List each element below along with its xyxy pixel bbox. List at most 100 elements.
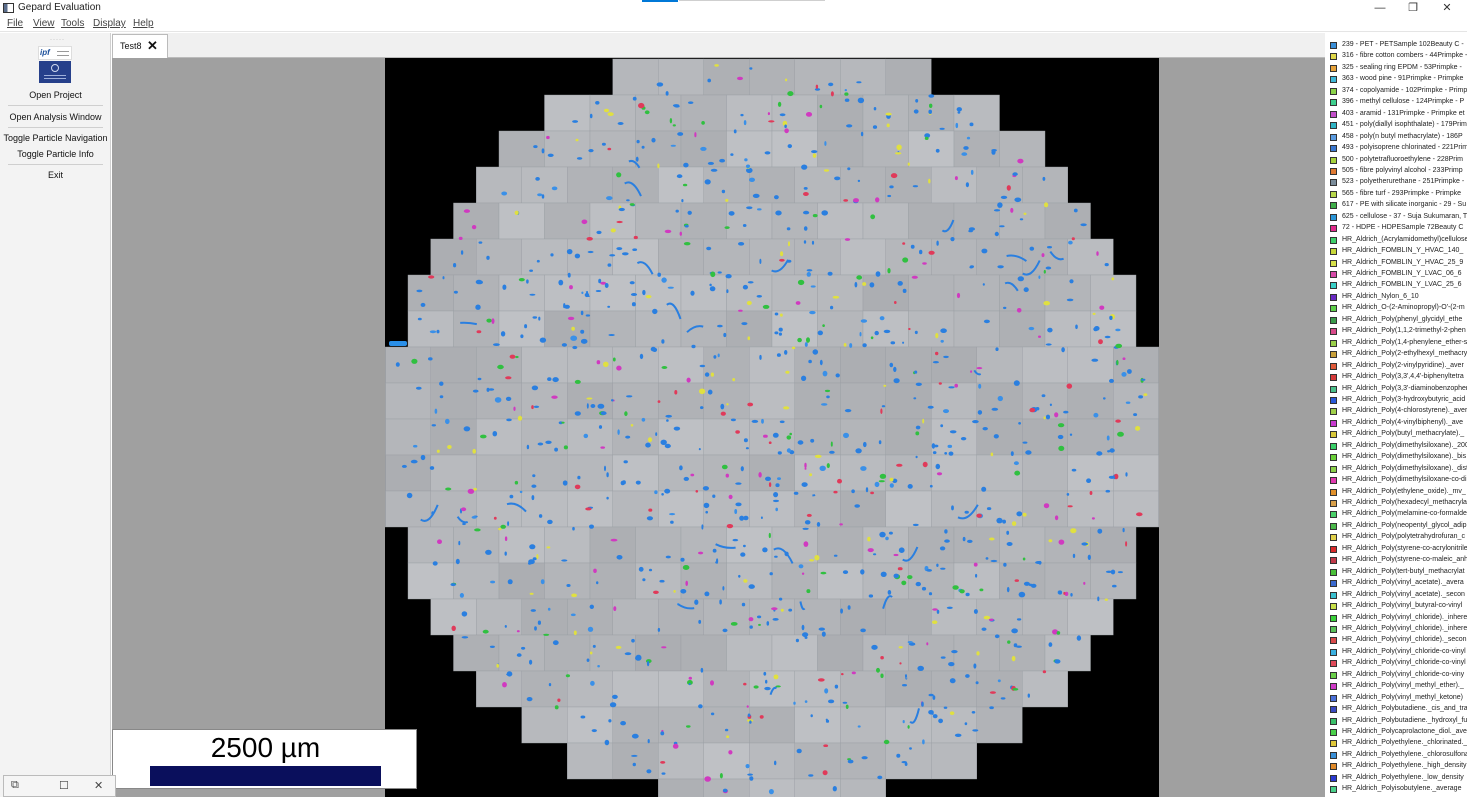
particle xyxy=(1072,553,1076,558)
legend-item[interactable]: HR_Aldrich_Poly(4-chlorostyrene)._aver xyxy=(1330,406,1467,417)
legend-item[interactable]: 72 - HDPE - HDPESample 72Beauty C xyxy=(1330,223,1467,234)
legend-item[interactable]: HR_Aldrich_FOMBLIN_Y_LVAC_25_6 xyxy=(1330,280,1467,291)
legend-item[interactable]: HR_Aldrich_Poly(1,4-phenylene_ether-s xyxy=(1330,338,1467,349)
open-project-button[interactable]: Open Project xyxy=(0,90,111,100)
legend-item[interactable]: HR_Aldrich_O-(2-Aminopropyl)-O'-(2-m xyxy=(1330,303,1467,314)
particle xyxy=(972,420,979,424)
legend-item[interactable]: HR_Aldrich_Poly(ethylene_oxide)._mv_ xyxy=(1330,487,1467,498)
legend-item[interactable]: HR_Aldrich_Poly(hexadecyl_methacryla xyxy=(1330,498,1467,509)
menu-view[interactable]: View xyxy=(33,18,55,29)
legend-item[interactable]: HR_Aldrich_FOMBLIN_Y_HVAC_140_ xyxy=(1330,246,1467,257)
legend-item[interactable]: HR_Aldrich_Poly(vinyl_chloride)._inhere xyxy=(1330,613,1467,624)
legend-item[interactable]: 374 - copolyamide - 102Primpke - Primp xyxy=(1330,86,1467,97)
legend-item[interactable]: 458 - poly(n butyl methacrylate) - 186P xyxy=(1330,132,1467,143)
drag-handle-icon[interactable]: ····· xyxy=(50,37,65,43)
legend-item[interactable]: HR_Aldrich_Poly(styrene-co-acrylonitrile xyxy=(1330,544,1467,555)
legend-item[interactable]: HR_Aldrich_Poly(melamine-co-formalde xyxy=(1330,509,1467,520)
legend-item[interactable]: HR_Aldrich_Poly(vinyl_chloride-co-vinyl xyxy=(1330,647,1467,658)
legend-item[interactable]: HR_Aldrich_Poly(vinyl_chloride)._inhere xyxy=(1330,624,1467,635)
legend-item[interactable]: HR_Aldrich_Poly(dimethylsiloxane)._dist xyxy=(1330,464,1467,475)
menu-tools[interactable]: Tools xyxy=(61,18,84,29)
legend-item[interactable]: HR_Aldrich_Poly(butyl_methacrylate)._ xyxy=(1330,429,1467,440)
legend-item[interactable]: HR_Aldrich_Polycaprolactone_diol._ave xyxy=(1330,727,1467,738)
legend-panel[interactable]: 239 - PET - PETSample 102Beauty C - 316 -… xyxy=(1325,40,1467,797)
legend-item[interactable]: 396 - methyl cellulose - 124Primpke - P xyxy=(1330,97,1467,108)
close-button[interactable]: ✕ xyxy=(1437,1,1457,15)
particle xyxy=(683,162,689,168)
legend-item[interactable]: HR_Aldrich_(Acrylamidomethyl)cellulose xyxy=(1330,235,1467,246)
legend-item[interactable]: HR_Aldrich_Poly(2-ethylhexyl_methacry xyxy=(1330,349,1467,360)
exit-button[interactable]: Exit xyxy=(0,170,111,180)
legend-item[interactable]: 325 - sealing ring EPDM - 53Primpke - xyxy=(1330,63,1467,74)
image-tile xyxy=(885,490,932,528)
legend-item[interactable]: 403 - aramid - 131Primpke - Primpke et xyxy=(1330,109,1467,120)
legend-item[interactable]: 617 - PE with silicate inorganic - 29 - … xyxy=(1330,200,1467,211)
legend-item[interactable]: HR_Aldrich_FOMBLIN_Y_LVAC_06_6 xyxy=(1330,269,1467,280)
legend-item[interactable]: HR_Aldrich_Polyethylene._high_density xyxy=(1330,761,1467,772)
legend-item[interactable]: HR_Aldrich_Poly(vinyl_chloride-co-vinyl xyxy=(1330,658,1467,669)
particle xyxy=(805,112,813,117)
legend-item[interactable]: HR_Aldrich_Poly(4-vinylbiphenyl)._ave xyxy=(1330,418,1467,429)
menu-display[interactable]: Display xyxy=(93,18,126,29)
legend-item[interactable]: HR_Aldrich_Poly(1,1,2-trimethyl-2-phen xyxy=(1330,326,1467,337)
restore-icon[interactable]: ⧉ xyxy=(11,779,19,792)
legend-item[interactable]: HR_Aldrich_Poly(styrene-co-maleic_anh xyxy=(1330,555,1467,566)
legend-item[interactable]: HR_Aldrich_Poly(3,3',4,4'-biphenyltetra xyxy=(1330,372,1467,383)
tab-test8[interactable]: Test8 ✕ xyxy=(112,34,168,58)
legend-item[interactable]: 500 - polytetrafluoroethylene - 228Prim xyxy=(1330,155,1467,166)
tab-close-icon[interactable]: ✕ xyxy=(147,38,158,54)
legend-item[interactable]: 493 - polyisoprene chlorinated - 221Prim xyxy=(1330,143,1467,154)
toggle-particle-navigation-button[interactable]: Toggle Particle Navigation xyxy=(0,133,111,143)
legend-item[interactable]: HR_Aldrich_Poly(3,3'-diaminobenzopher xyxy=(1330,384,1467,395)
legend-item[interactable]: HR_Aldrich_Poly(dimethylsiloxane)._bis xyxy=(1330,452,1467,463)
legend-item[interactable]: HR_Aldrich_Polybutadiene._cis_and_tra xyxy=(1330,704,1467,715)
legend-item[interactable]: HR_Aldrich_Polyethylene._chlorosulfona xyxy=(1330,750,1467,761)
particle xyxy=(1017,158,1024,164)
legend-label: HR_Aldrich_Polybutadiene._cis_and_tra xyxy=(1342,705,1467,713)
maximize-icon[interactable]: ☐ xyxy=(59,779,69,792)
menu-help[interactable]: Help xyxy=(133,18,154,29)
legend-item[interactable]: HR_Aldrich_Poly(dimethylsiloxane-co-di xyxy=(1330,475,1467,486)
legend-item[interactable]: HR_Aldrich_Poly(vinyl_butyral-co-vinyl xyxy=(1330,601,1467,612)
legend-item[interactable]: HR_Aldrich_Poly(vinyl_acetate)._secon xyxy=(1330,590,1467,601)
legend-item[interactable]: HR_Aldrich_Nylon_6_10 xyxy=(1330,292,1467,303)
legend-item[interactable]: HR_Aldrich_Poly(vinyl_acetate)._avera xyxy=(1330,578,1467,589)
legend-item[interactable]: HR_Aldrich_Poly(polytetrahydrofuran_c xyxy=(1330,532,1467,543)
minimize-button[interactable]: — xyxy=(1370,1,1390,15)
menu-file[interactable]: File xyxy=(7,18,23,29)
legend-item[interactable]: HR_Aldrich_Poly(3-hydroxybutyric_acid xyxy=(1330,395,1467,406)
legend-item[interactable]: 239 - PET - PETSample 102Beauty C - xyxy=(1330,40,1467,51)
legend-item[interactable]: HR_Aldrich_Polyethylene._low_density xyxy=(1330,773,1467,784)
particle xyxy=(772,432,779,438)
legend-item[interactable]: HR_Aldrich_Poly(dimethylsiloxane)._200 xyxy=(1330,441,1467,452)
particle xyxy=(572,526,575,531)
legend-item[interactable]: 316 - fibre cotton combers - 44Primpke - xyxy=(1330,51,1467,62)
legend-item[interactable]: 565 - fibre turf - 293Primpke - Primpke xyxy=(1330,189,1467,200)
legend-item[interactable]: 451 - poly(diallyl isophthalate) - 179Pr… xyxy=(1330,120,1467,131)
legend-item[interactable]: HR_Aldrich_FOMBLIN_Y_HVAC_25_9 xyxy=(1330,258,1467,269)
maximize-button[interactable]: ❐ xyxy=(1403,1,1423,15)
particle-mosaic[interactable] xyxy=(112,58,1325,797)
particle xyxy=(590,404,596,408)
legend-item[interactable]: HR_Aldrich_Poly(tert-butyl_methacrylat xyxy=(1330,567,1467,578)
legend-item[interactable]: HR_Aldrich_Poly(vinyl_chloride-co-viny xyxy=(1330,670,1467,681)
legend-item[interactable]: HR_Aldrich_Poly(vinyl_chloride)._secon xyxy=(1330,635,1467,646)
legend-item[interactable]: 505 - fibre polyvinyl alcohol - 233Primp xyxy=(1330,166,1467,177)
legend-item[interactable]: 363 - wood pine - 91Primpke - Primpke xyxy=(1330,74,1467,85)
legend-item[interactable]: HR_Aldrich_Polyisobutylene._average xyxy=(1330,784,1467,795)
legend-item[interactable]: 523 - polyetherurethane - 251Primpke - xyxy=(1330,177,1467,188)
legend-item[interactable]: HR_Aldrich_Poly(phenyl_glycidyl_ethe xyxy=(1330,315,1467,326)
legend-item[interactable]: HR_Aldrich_Poly(2-vinylpyridine)._aver xyxy=(1330,361,1467,372)
toggle-particle-info-button[interactable]: Toggle Particle Info xyxy=(0,149,111,159)
open-analysis-window-button[interactable]: Open Analysis Window xyxy=(0,112,111,122)
legend-item[interactable]: HR_Aldrich_Polyethylene._chlorinated._ xyxy=(1330,738,1467,749)
legend-item[interactable]: 625 - cellulose - 37 - Suja Sukumaran, T xyxy=(1330,212,1467,223)
legend-item[interactable]: HR_Aldrich_Poly(neopentyl_glycol_adip xyxy=(1330,521,1467,532)
legend-item[interactable]: HR_Aldrich_Poly(vinyl_methyl_ketone) xyxy=(1330,693,1467,704)
particle xyxy=(1058,590,1063,595)
legend-item[interactable]: HR_Aldrich_Polybutadiene._hydroxyl_fu xyxy=(1330,716,1467,727)
sample-view[interactable] xyxy=(112,58,1325,797)
legend-item[interactable]: HR_Aldrich_Poly(vinyl_methyl_ether)._ xyxy=(1330,681,1467,692)
particle xyxy=(576,157,583,160)
close-icon[interactable]: ✕ xyxy=(94,779,103,792)
